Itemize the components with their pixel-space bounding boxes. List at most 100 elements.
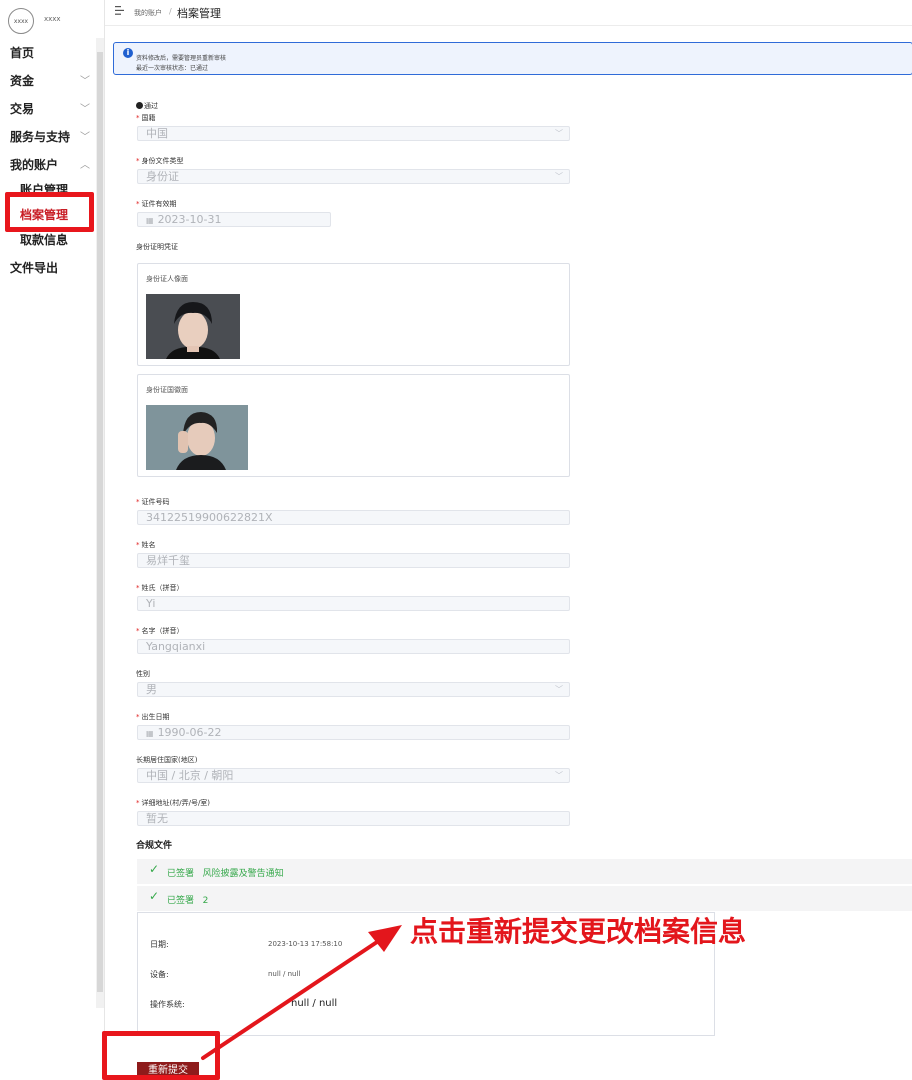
breadcrumb-separator: / (169, 7, 172, 16)
id-back-photo[interactable] (146, 405, 248, 470)
signed-doc-name: 2 (202, 896, 209, 906)
sidebar-item-label: 文件导出 (10, 261, 59, 275)
signed-status: 已签署 (167, 896, 195, 906)
label-text: 姓氏（拼音） (141, 584, 184, 592)
alert-message: 资料修改后，需要管理员重新审核 (136, 55, 227, 62)
address-label: * 详细地址(村/弄/号/室) (136, 799, 211, 807)
device-label: 设备: (150, 970, 169, 979)
label-text: 身份文件类型 (141, 157, 184, 165)
logo-badge: xxxx (13, 17, 29, 25)
gender-select[interactable]: 男 ﹀ (137, 682, 570, 697)
field-value: 中国 / 北京 / 朝阳 (146, 769, 234, 782)
birth-date-label: * 出生日期 (136, 713, 170, 721)
given-pinyin-label: * 名字（拼音） (136, 627, 184, 635)
sidebar-scroll-thumb[interactable] (97, 52, 103, 992)
residence-cascader[interactable]: 中国 / 北京 / 朝阳 ﹀ (137, 768, 570, 783)
sidebar-item-label: 资金 (10, 74, 35, 88)
signed-doc-name: 风险披露及警告通知 (202, 869, 284, 879)
surname-pinyin-label: * 姓氏（拼音） (136, 584, 184, 592)
residence-label: 长期居住国家(地区) (136, 756, 198, 764)
label-text: 证件有效期 (141, 200, 177, 208)
label-text: 证件号码 (141, 498, 170, 506)
signed-row-risk-disclosure[interactable]: ✓ 已签署 风险披露及警告通知 (137, 859, 912, 884)
alert-status: 最近一次审核状态：已通过 (136, 65, 209, 72)
nationality-label: * 国籍 (136, 114, 156, 122)
calendar-icon: ▦ (146, 216, 154, 225)
date-value: 2023-10-13 17:58:10 (268, 940, 343, 948)
chevron-down-icon: ﹀ (80, 76, 90, 87)
sidebar-item-label: 我的账户 (10, 158, 59, 172)
sidebar-item-file-export[interactable]: 文件导出 (10, 259, 90, 276)
chevron-down-icon: ﹀ (80, 104, 90, 115)
os-value: null / null (291, 998, 338, 1009)
field-value: 身份证 (146, 170, 179, 183)
id-front-photo[interactable] (146, 294, 240, 359)
id-number-label: * 证件号码 (136, 498, 170, 506)
top-bar: 我的账户 / 档案管理 (105, 0, 912, 26)
id-number-input[interactable]: 341225199006228​21X (137, 510, 570, 525)
full-name-input[interactable]: 易烊千玺 (137, 553, 570, 568)
signed-text: 已签署 风险披露及警告通知 (167, 866, 284, 879)
sidebar: xxxx xxxx 首页 资金 ﹀ 交易 ﹀ 服务与支持 ﹀ 我的账户 ︿ 账户管理 档… (0, 0, 105, 1080)
chevron-down-icon: ﹀ (555, 771, 563, 780)
chevron-up-icon: ︿ (80, 160, 90, 171)
signed-status: 已签署 (167, 869, 195, 879)
highlight-box-resubmit (102, 1031, 220, 1080)
field-value: 中国 (146, 127, 168, 140)
highlight-box-sidebar (5, 192, 94, 232)
birth-date-picker[interactable]: ▦ 1990-06-22 (137, 725, 570, 740)
chevron-down-icon: ﹀ (80, 132, 90, 143)
breadcrumb-parent[interactable]: 我的账户 (134, 8, 162, 18)
field-value: 2023-10-31 (157, 213, 222, 226)
date-label: 日期: (150, 940, 169, 949)
check-icon: ✓ (149, 862, 160, 876)
id-type-label: * 身份文件类型 (136, 157, 184, 165)
status-text: 通过 (144, 102, 158, 110)
full-name-label: * 姓名 (136, 541, 156, 549)
sidebar-item-label: 首页 (10, 46, 35, 60)
sidebar-item-funds[interactable]: 资金 ﹀ (10, 72, 90, 89)
review-alert: i 资料修改后，需要管理员重新审核 最近一次审核状态：已通过 (113, 42, 912, 75)
field-value: 1990-06-22 (157, 726, 222, 739)
signed-row-2[interactable]: ✓ 已签署 2 (137, 886, 912, 911)
sidebar-item-label: 交易 (10, 102, 35, 116)
given-pinyin-input[interactable]: Yangqianxi (137, 639, 570, 654)
address-input[interactable]: 暂无 (137, 811, 570, 826)
status-dot-icon (136, 102, 143, 109)
sidebar-item-my-account[interactable]: 我的账户 ︿ (10, 156, 90, 173)
sidebar-item-trade[interactable]: 交易 ﹀ (10, 100, 90, 117)
calendar-icon: ▦ (146, 729, 154, 738)
id-back-card: 身份证国徽面 (137, 374, 570, 477)
label-text: 国籍 (141, 114, 156, 122)
label-text: 名字（拼音） (141, 627, 184, 635)
id-back-label: 身份证国徽面 (146, 386, 188, 394)
nationality-select[interactable]: 中国 ﹀ (137, 126, 570, 141)
id-proof-label: 身份证明凭证 (136, 243, 178, 251)
compliance-title: 合规文件 (136, 841, 173, 851)
id-front-card: 身份证人像面 (137, 263, 570, 366)
os-label: 操作系统: (150, 1000, 185, 1009)
device-value: null / null (268, 970, 301, 978)
status-badge: 通过 (136, 101, 158, 111)
id-type-select[interactable]: 身份证 ﹀ (137, 169, 570, 184)
chevron-down-icon: ﹀ (555, 129, 563, 138)
chevron-down-icon: ﹀ (555, 685, 563, 694)
info-icon: i (123, 48, 133, 58)
sidebar-item-home[interactable]: 首页 (10, 44, 90, 61)
label-text: 详细地址(村/弄/号/室) (141, 799, 211, 807)
page-title: 档案管理 (177, 7, 221, 20)
annotation-text: 点击重新提交更改档案信息 (410, 915, 747, 948)
signed-text: 已签署 2 (167, 893, 208, 906)
id-front-label: 身份证人像面 (146, 275, 188, 283)
check-icon: ✓ (149, 889, 160, 903)
gender-label: 性别 (136, 670, 150, 678)
sidebar-item-service[interactable]: 服务与支持 ﹀ (10, 128, 90, 145)
logo-text: xxxx (44, 15, 61, 23)
logo-icon: xxxx (8, 8, 34, 34)
label-text: 姓名 (141, 541, 156, 549)
id-expiry-date-picker[interactable]: ▦ 2023-10-31 (137, 212, 331, 227)
id-expiry-label: * 证件有效期 (136, 200, 177, 208)
surname-pinyin-input[interactable]: Yi (137, 596, 570, 611)
menu-icon[interactable] (115, 6, 124, 15)
sidebar-subitem-withdrawal-info[interactable]: 取款信息 (20, 231, 68, 248)
